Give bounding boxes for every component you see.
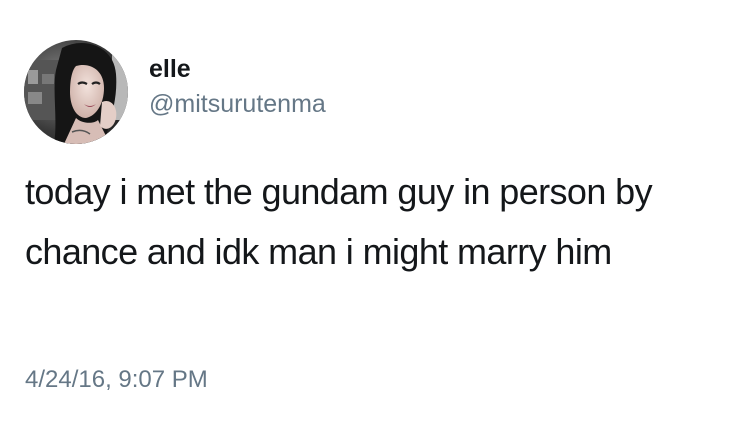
author-handle[interactable]: @mitsurutenma [149, 88, 326, 120]
author-display-name[interactable]: elle [149, 54, 326, 84]
tweet-text: today i met the gundam guy in person by … [25, 171, 653, 272]
tweet-header: elle @mitsurutenma [24, 40, 326, 144]
profile-photo-icon [24, 40, 128, 144]
author-names: elle @mitsurutenma [149, 54, 326, 120]
tweet-timestamp[interactable]: 4/24/16, 9:07 PM [25, 364, 208, 396]
tweet-card: elle @mitsurutenma today i met the gunda… [0, 0, 731, 432]
author-avatar[interactable] [24, 40, 128, 144]
